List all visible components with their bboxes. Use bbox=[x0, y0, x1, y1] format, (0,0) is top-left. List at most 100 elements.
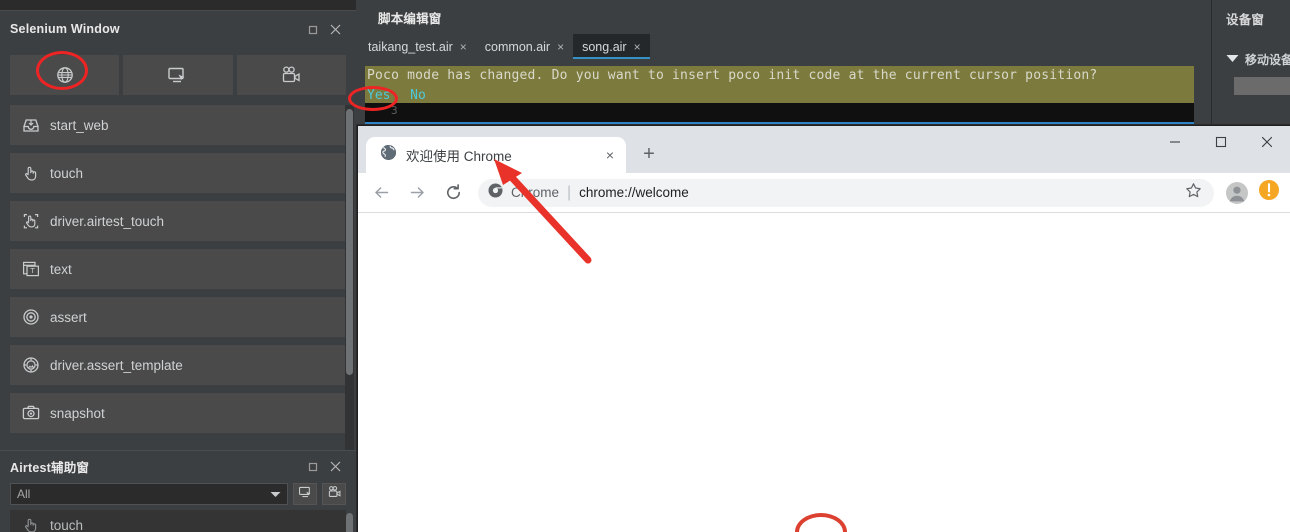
monitor-cursor-icon bbox=[167, 65, 188, 85]
restore-icon[interactable] bbox=[302, 18, 324, 40]
chrome-tabstrip: 欢迎使用 Chrome × + bbox=[358, 137, 663, 173]
hand-touch-icon bbox=[22, 164, 40, 182]
chrome-toolbar: Chrome | chrome://welcome bbox=[358, 173, 1290, 213]
target-icon bbox=[22, 308, 40, 326]
update-alert-button[interactable] bbox=[1254, 178, 1284, 208]
list-item-touch[interactable]: touch bbox=[10, 510, 346, 532]
airtest-filter-row: All bbox=[0, 483, 356, 505]
omnibox-site-chip: Chrome bbox=[511, 185, 560, 200]
omnibox-url: chrome://welcome bbox=[579, 185, 689, 200]
banner-no-link[interactable]: No bbox=[410, 88, 426, 103]
video-camera-icon bbox=[280, 65, 302, 85]
list-item-start-web[interactable]: start_web bbox=[10, 105, 346, 145]
forward-arrow-icon[interactable] bbox=[400, 176, 434, 210]
back-arrow-icon[interactable] bbox=[364, 176, 398, 210]
record-button[interactable] bbox=[236, 55, 346, 95]
banner-choices: Yes No bbox=[367, 85, 1192, 103]
selenium-action-list: start_web touch driver.airtest_touch T t… bbox=[10, 105, 354, 473]
video-camera-icon bbox=[327, 485, 342, 504]
record-button[interactable] bbox=[322, 483, 346, 505]
globe-button[interactable] bbox=[10, 55, 120, 95]
close-icon[interactable] bbox=[1244, 126, 1290, 158]
list-item-text[interactable]: T text bbox=[10, 249, 346, 289]
chrome-new-tab-button[interactable]: + bbox=[635, 140, 663, 168]
list-item-label: assert bbox=[50, 309, 87, 325]
chrome-browser-window: 欢迎使用 Chrome × + Chrome | chrome://welcom… bbox=[358, 126, 1290, 532]
chrome-tab-welcome[interactable]: 欢迎使用 Chrome × bbox=[366, 137, 626, 173]
editor-window-title: 脚本编辑窗 bbox=[378, 11, 442, 26]
tab-song[interactable]: song.air × bbox=[573, 34, 650, 59]
chrome-page-content bbox=[358, 213, 1290, 532]
maximize-icon[interactable] bbox=[1198, 126, 1244, 158]
tab-close-icon[interactable]: × bbox=[460, 40, 467, 54]
inbox-arrow-icon bbox=[22, 116, 40, 134]
selenium-window-title: Selenium Window bbox=[10, 22, 120, 36]
selenium-window-titlebar: Selenium Window bbox=[0, 11, 356, 47]
device-window-title: 设备窗 bbox=[1226, 12, 1265, 27]
star-icon[interactable] bbox=[1185, 182, 1202, 204]
device-window-titlebar: 设备窗 bbox=[1212, 0, 1290, 36]
target-image-icon bbox=[22, 356, 40, 374]
poco-mode-banner: Poco mode has changed. Do you want to in… bbox=[365, 66, 1194, 103]
editor-code-area[interactable]: 3 bbox=[365, 103, 1194, 124]
list-item-snapshot[interactable]: snapshot bbox=[10, 393, 346, 433]
chrome-tab-title: 欢迎使用 Chrome bbox=[406, 149, 512, 164]
airtest-filter-select[interactable]: All bbox=[10, 483, 288, 505]
code-line-number: 3 bbox=[391, 104, 398, 117]
omnibox-divider: | bbox=[567, 183, 572, 201]
profile-avatar[interactable] bbox=[1222, 178, 1252, 208]
editor-tab-bar: taikang_test.air × common.air × song.air… bbox=[356, 30, 1290, 59]
list-item-touch[interactable]: touch bbox=[10, 153, 346, 193]
text-window-icon: T bbox=[22, 260, 40, 278]
minimize-icon[interactable] bbox=[1152, 126, 1198, 158]
tab-close-icon[interactable]: × bbox=[634, 40, 641, 54]
alert-icon bbox=[1258, 179, 1280, 206]
reload-icon[interactable] bbox=[436, 176, 470, 210]
selenium-toolbar bbox=[0, 47, 356, 101]
chrome-window-controls bbox=[1152, 126, 1290, 158]
airtest-window-titlebar: Airtest辅助窗 bbox=[0, 451, 356, 481]
tab-close-icon[interactable]: × bbox=[557, 40, 564, 54]
list-item-label: snapshot bbox=[50, 405, 105, 421]
camera-icon bbox=[22, 404, 40, 422]
globe-icon bbox=[55, 65, 75, 85]
screen-cursor-button[interactable] bbox=[293, 483, 317, 505]
close-icon[interactable] bbox=[324, 455, 346, 477]
list-item-driver-airtest-touch[interactable]: driver.airtest_touch bbox=[10, 201, 346, 241]
svg-text:T: T bbox=[30, 267, 36, 275]
chrome-globe-icon bbox=[380, 144, 397, 166]
list-item-label: text bbox=[50, 261, 72, 277]
chrome-tab-bar: 欢迎使用 Chrome × + bbox=[358, 126, 1290, 173]
banner-yes-link[interactable]: Yes bbox=[367, 88, 390, 103]
tab-label: taikang_test.air bbox=[368, 39, 453, 54]
device-group-header[interactable]: 移动设备 bbox=[1212, 50, 1290, 68]
hand-touch-icon bbox=[22, 516, 40, 532]
list-item-label: touch bbox=[50, 517, 84, 532]
device-group-label: 移动设备 bbox=[1245, 52, 1290, 67]
list-item-label: driver.assert_template bbox=[50, 357, 183, 373]
airtest-helper-window: Airtest辅助窗 All touch bbox=[0, 450, 356, 532]
airtest-list-scrollbar[interactable] bbox=[346, 513, 353, 532]
restore-icon[interactable] bbox=[302, 455, 324, 477]
banner-message: Poco mode has changed. Do you want to in… bbox=[367, 68, 1098, 83]
list-item-driver-assert-template[interactable]: driver.assert_template bbox=[10, 345, 346, 385]
tab-common[interactable]: common.air × bbox=[476, 34, 573, 59]
device-card[interactable] bbox=[1234, 77, 1290, 95]
screen-cursor-button[interactable] bbox=[123, 55, 233, 95]
airtest-window-title: Airtest辅助窗 bbox=[10, 460, 90, 475]
tab-label: song.air bbox=[582, 39, 627, 54]
script-editor-window: 脚本编辑窗 taikang_test.air × common.air × so… bbox=[356, 0, 1290, 124]
device-window: 设备窗 移动设备 bbox=[1211, 0, 1290, 124]
selenium-window: Selenium Window start_web touch driver.a… bbox=[0, 10, 356, 473]
list-item-label: touch bbox=[50, 165, 84, 181]
omnibox[interactable]: Chrome | chrome://welcome bbox=[478, 178, 1214, 207]
chrome-tab-close-icon[interactable]: × bbox=[606, 147, 614, 163]
selenium-list-scrollbar[interactable] bbox=[346, 109, 353, 375]
list-item-assert[interactable]: assert bbox=[10, 297, 346, 337]
tab-taikang-test[interactable]: taikang_test.air × bbox=[359, 34, 476, 59]
monitor-cursor-icon bbox=[298, 485, 313, 504]
editor-active-line-accent bbox=[365, 122, 1194, 124]
close-icon[interactable] bbox=[324, 18, 346, 40]
tab-label: common.air bbox=[484, 39, 551, 54]
triangle-down-icon bbox=[1226, 50, 1239, 68]
